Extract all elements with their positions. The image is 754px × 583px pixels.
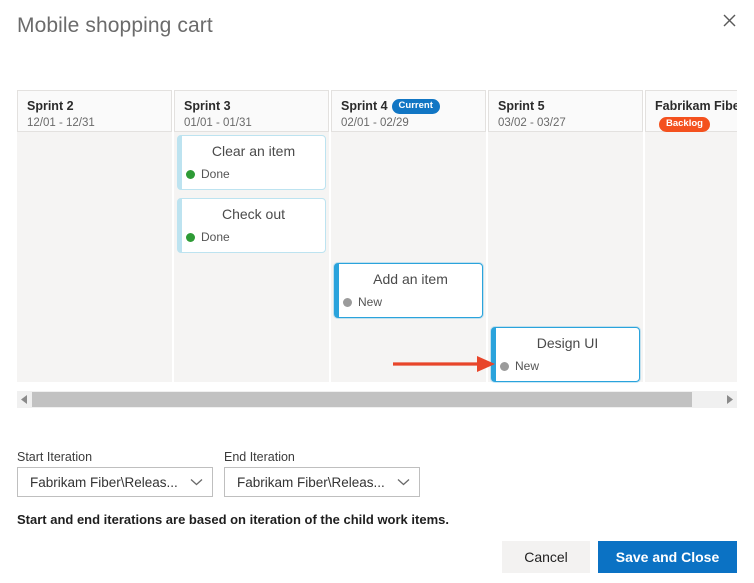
column-name: Fabrikam Fiber: [655, 99, 737, 113]
state-label: New: [515, 359, 540, 373]
column-header: Sprint 4 Current 02/01 - 02/29: [331, 90, 486, 132]
column-dates: 03/02 - 03/27: [498, 117, 566, 129]
end-iteration-label: End Iteration: [224, 450, 295, 464]
work-item-card[interactable]: Check out Done: [177, 198, 326, 253]
scrollbar-thumb[interactable]: [32, 392, 692, 407]
start-iteration-value: Fabrikam Fiber\Releas...: [30, 474, 178, 490]
iteration-board: Sprint 2 12/01 - 12/31 Sprint 3 01/01 - 01/…: [17, 90, 737, 392]
column-name: Sprint 4: [341, 99, 388, 113]
cancel-button[interactable]: Cancel: [502, 541, 590, 573]
end-iteration-select[interactable]: Fabrikam Fiber\Releas...: [224, 467, 420, 497]
state-label: Done: [201, 230, 230, 244]
column-header: Sprint 5 03/02 - 03/27: [488, 90, 643, 132]
column-body[interactable]: [17, 132, 172, 382]
end-iteration-value: Fabrikam Fiber\Releas...: [237, 474, 385, 490]
start-iteration-select[interactable]: Fabrikam Fiber\Releas...: [17, 467, 213, 497]
work-item-card[interactable]: Add an item New: [334, 263, 483, 318]
board-column: Sprint 5 03/02 - 03/27 Design UI New: [488, 90, 643, 382]
column-header: Sprint 3 01/01 - 01/31: [174, 90, 329, 132]
column-body[interactable]: Add an item New: [331, 132, 486, 382]
column-body[interactable]: Clear an item Done Check out Done: [174, 132, 329, 382]
close-button[interactable]: [710, 2, 748, 38]
work-item-title: Check out: [221, 206, 286, 222]
column-name: Sprint 2: [27, 99, 74, 113]
column-name: Sprint 3: [184, 99, 231, 113]
board-column: Fabrikam Fiber Backlog: [645, 90, 737, 382]
close-icon: [723, 14, 736, 27]
chevron-down-icon: [190, 473, 204, 491]
column-name: Sprint 5: [498, 99, 545, 113]
work-item-state: Done: [186, 167, 325, 181]
board-columns: Sprint 2 12/01 - 12/31 Sprint 3 01/01 - 01/…: [17, 90, 737, 382]
work-item-title: Add an item: [373, 271, 448, 287]
iteration-note: Start and end iterations are based on it…: [17, 512, 449, 527]
column-body[interactable]: Design UI New: [488, 132, 643, 382]
work-item-card[interactable]: Clear an item Done: [177, 135, 326, 190]
dialog-mobile-shopping-cart: Mobile shopping cart Sprint 2 12/01 - 12/…: [0, 0, 754, 583]
caret-right-icon: [726, 391, 733, 409]
board-column: Sprint 2 12/01 - 12/31: [17, 90, 172, 382]
state-dot-icon: [186, 169, 195, 179]
column-header: Sprint 2 12/01 - 12/31: [17, 90, 172, 132]
horizontal-scrollbar[interactable]: [17, 391, 737, 408]
column-dates: 12/01 - 12/31: [27, 117, 95, 129]
page-title: Mobile shopping cart: [17, 14, 213, 37]
board-column: Sprint 3 01/01 - 01/31 Clear an item Done Ch…: [174, 90, 329, 382]
save-and-close-button[interactable]: Save and Close: [598, 541, 737, 573]
state-label: Done: [201, 167, 230, 181]
work-item-state: New: [343, 295, 482, 309]
work-item-state: Done: [186, 230, 325, 244]
start-iteration-label: Start Iteration: [17, 450, 93, 464]
column-header: Fabrikam Fiber Backlog: [645, 90, 737, 132]
status-badge: Current: [391, 99, 440, 114]
column-dates: 01/01 - 01/31: [184, 117, 252, 129]
scrollbar-track[interactable]: [32, 391, 722, 408]
status-badge: Backlog: [659, 117, 710, 132]
state-dot-icon: [343, 297, 352, 307]
caret-left-icon: [21, 391, 28, 409]
chevron-down-icon: [397, 473, 411, 491]
work-item-state: New: [500, 359, 639, 373]
state-label: New: [358, 295, 383, 309]
scroll-right-button[interactable]: [722, 391, 737, 408]
scroll-left-button[interactable]: [17, 391, 32, 408]
state-dot-icon: [186, 232, 195, 242]
column-body[interactable]: [645, 132, 737, 382]
board-column: Sprint 4 Current 02/01 - 02/29 Add an item N…: [331, 90, 486, 382]
work-item-title: Design UI: [536, 335, 599, 351]
column-dates: 02/01 - 02/29: [341, 117, 409, 129]
work-item-title: Clear an item: [211, 143, 296, 159]
work-item-card[interactable]: Design UI New: [491, 327, 640, 382]
state-dot-icon: [500, 361, 509, 371]
